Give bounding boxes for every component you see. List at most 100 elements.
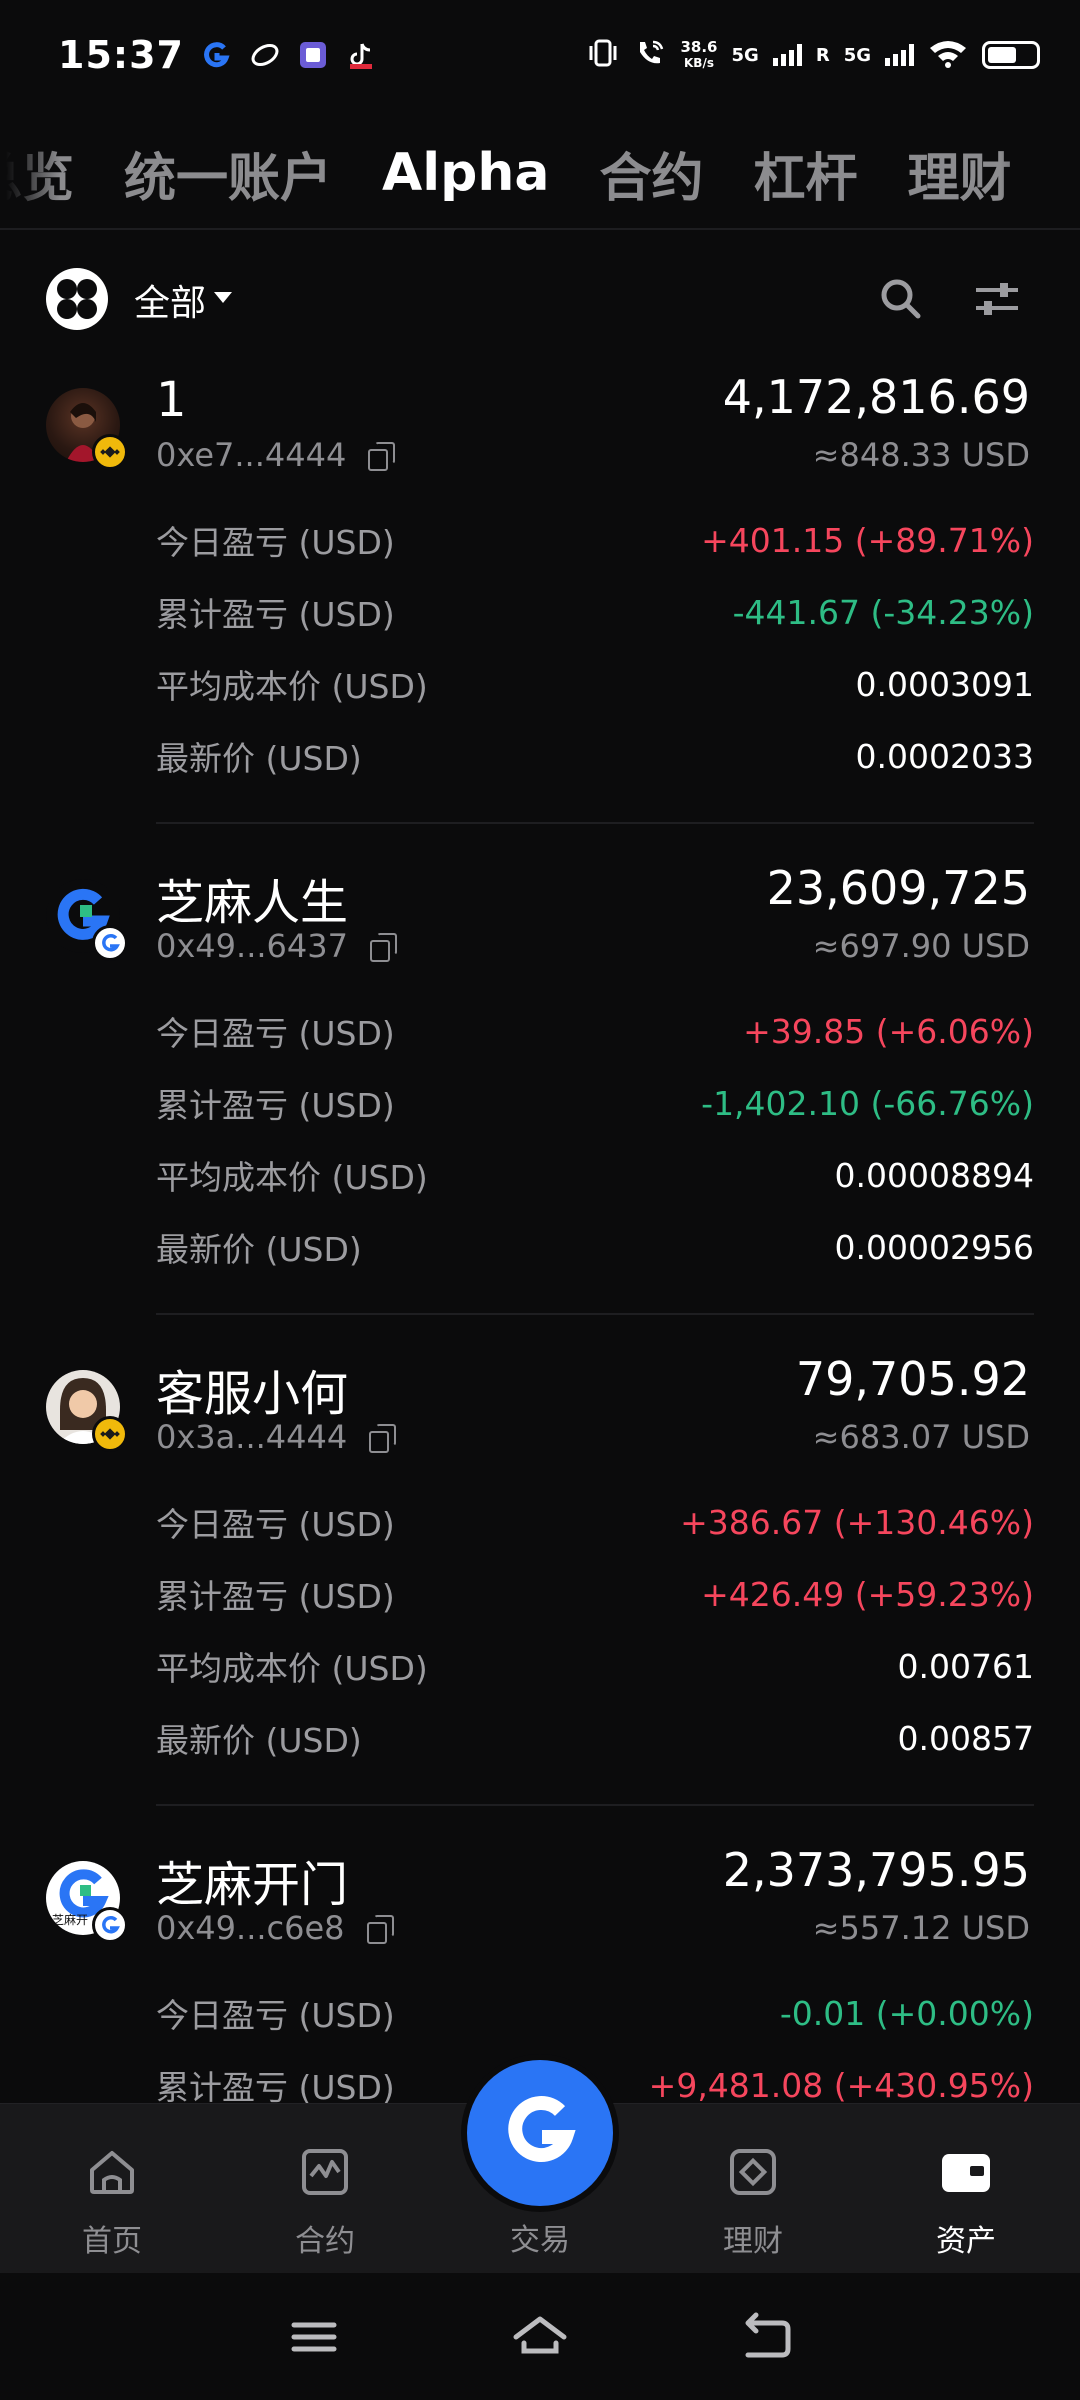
- tiktok-notification-icon: [346, 40, 376, 70]
- token-avatar: 芝麻开: [46, 1861, 128, 1943]
- last-price-row: 最新价 (USD) 0.00002956: [156, 1227, 1034, 1270]
- today-pnl-row: 今日盈亏 (USD) +386.67 (+130.46%): [156, 1502, 1034, 1545]
- token-avatar: [46, 879, 128, 961]
- avg-cost-row: 平均成本价 (USD) 0.00761: [156, 1646, 1034, 1689]
- token-avatar: [46, 388, 128, 470]
- divider: [156, 822, 1034, 824]
- caret-down-icon[interactable]: [214, 292, 232, 303]
- usd-value: ≈848.33 USD: [812, 436, 1030, 474]
- tab-futures[interactable]: 合约: [599, 136, 703, 211]
- today-pnl-row: 今日盈亏 (USD) +39.85 (+6.06%): [156, 1011, 1034, 1054]
- status-time: 15:37: [58, 33, 184, 77]
- filter-row: 全部: [0, 262, 1080, 334]
- token-avatar: [46, 1370, 128, 1452]
- total-pnl-row: 累计盈亏 (USD) +426.49 (+59.23%): [156, 1574, 1034, 1617]
- trade-button[interactable]: [467, 2060, 613, 2206]
- token-balance: 79,705.92: [795, 1352, 1030, 1406]
- back-icon[interactable]: [738, 2309, 794, 2365]
- asset-item[interactable]: 1 0xe7...4444 4,172,816.69 ≈848.33 USD 今…: [0, 368, 1080, 858]
- token-name: 芝麻人生: [156, 875, 349, 931]
- today-pnl-row: 今日盈亏 (USD) +401.15 (+89.71%): [156, 520, 1034, 563]
- battery-icon: [982, 41, 1040, 69]
- copy-icon[interactable]: [367, 1423, 397, 1453]
- last-price-value: 0.00002956: [834, 1227, 1034, 1267]
- today-pnl-row: 今日盈亏 (USD) -0.01 (+0.00%): [156, 1993, 1034, 2036]
- filter-settings-icon[interactable]: [972, 274, 1022, 324]
- avg-cost-value: 0.0003091: [855, 664, 1034, 704]
- top-tabs: 总览 统一账户 Alpha 合约 杠杆 理财: [0, 118, 1080, 228]
- token-name: 客服小何: [156, 1366, 349, 1422]
- chain-badge-icon: [92, 925, 128, 961]
- home-nav-icon[interactable]: [512, 2309, 568, 2365]
- today-pnl-value: +386.67 (+130.46%): [680, 1502, 1034, 1542]
- home-icon: [86, 2146, 138, 2198]
- last-price-row: 最新价 (USD) 0.00857: [156, 1718, 1034, 1761]
- chain-badge-icon: [92, 1907, 128, 1943]
- divider: [156, 1313, 1034, 1315]
- token-avatar-text: 芝麻开: [52, 1913, 89, 1927]
- wifi-call-icon: [634, 38, 666, 72]
- trade-label: 交易: [510, 2223, 570, 2258]
- all-chains-icon[interactable]: [46, 268, 108, 330]
- token-name: 1: [156, 372, 187, 428]
- nav-assets[interactable]: 资产: [886, 2104, 1046, 2274]
- bnb-chain-badge-icon: [92, 434, 128, 470]
- futures-icon: [299, 2146, 351, 2198]
- tabs-fade-left: [0, 118, 60, 228]
- token-balance: 23,609,725: [766, 861, 1030, 915]
- wallet-icon: [940, 2146, 992, 2198]
- vibrate-icon: [586, 38, 620, 72]
- avg-cost-row: 平均成本价 (USD) 0.00008894: [156, 1155, 1034, 1198]
- roaming-indicator: R: [815, 44, 830, 66]
- sticker-notification-icon: [298, 40, 328, 70]
- today-pnl-value: +401.15 (+89.71%): [701, 520, 1034, 560]
- network-speed: 38.6 KB/s: [680, 38, 718, 70]
- signal-icon-2: [885, 44, 914, 66]
- total-pnl-row: 累计盈亏 (USD) -441.67 (-34.23%): [156, 592, 1034, 635]
- avg-cost-value: 0.00761: [897, 1646, 1034, 1686]
- network-type-2: 5G: [843, 44, 871, 66]
- bnb-chain-badge-icon: [92, 1416, 128, 1452]
- contract-address: 0x49...c6e8: [156, 1909, 394, 1947]
- earn-icon: [727, 2146, 779, 2198]
- chain-filter-dropdown[interactable]: 全部: [134, 274, 206, 326]
- total-pnl-value: +426.49 (+59.23%): [701, 1574, 1034, 1614]
- tab-alpha[interactable]: Alpha: [382, 143, 549, 203]
- asset-item[interactable]: 客服小何 0x3a...4444 79,705.92 ≈683.07 USD 今…: [0, 1350, 1080, 1840]
- last-price-value: 0.0002033: [855, 736, 1034, 776]
- usd-value: ≈683.07 USD: [812, 1418, 1030, 1456]
- tab-unified-account[interactable]: 统一账户: [124, 136, 332, 211]
- trade-icon: [498, 2089, 582, 2177]
- last-price-value: 0.00857: [897, 1718, 1034, 1758]
- nav-futures[interactable]: 合约: [245, 2104, 405, 2274]
- asset-item[interactable]: 芝麻人生 0x49...6437 23,609,725 ≈697.90 USD …: [0, 859, 1080, 1349]
- nav-earn[interactable]: 理财: [673, 2104, 833, 2274]
- copy-icon[interactable]: [368, 932, 397, 962]
- signal-icon-1: [772, 44, 802, 66]
- nav-home[interactable]: 首页: [32, 2104, 192, 2274]
- copy-icon[interactable]: [366, 441, 396, 471]
- contract-address: 0xe7...4444: [156, 436, 396, 474]
- token-balance: 4,172,816.69: [722, 370, 1030, 424]
- total-pnl-value: +9,481.08 (+430.95%): [648, 2065, 1034, 2105]
- today-pnl-value: -0.01 (+0.00%): [779, 1993, 1034, 2033]
- total-pnl-value: -441.67 (-34.23%): [732, 592, 1034, 632]
- token-balance: 2,373,795.95: [722, 1843, 1030, 1897]
- copy-icon[interactable]: [365, 1914, 394, 1944]
- tab-earn[interactable]: 理财: [907, 136, 1011, 211]
- status-bar: 15:37 38.6 KB/s 5G R 5G: [0, 0, 1080, 110]
- avg-cost-value: 0.00008894: [834, 1155, 1034, 1195]
- avg-cost-row: 平均成本价 (USD) 0.0003091: [156, 664, 1034, 707]
- divider: [156, 1804, 1034, 1806]
- link-notification-icon: [250, 40, 280, 70]
- system-nav-bar: [0, 2273, 1080, 2400]
- last-price-row: 最新价 (USD) 0.0002033: [156, 736, 1034, 779]
- tab-margin[interactable]: 杠杆: [753, 136, 857, 211]
- search-icon[interactable]: [876, 274, 926, 324]
- today-pnl-value: +39.85 (+6.06%): [743, 1011, 1034, 1051]
- usd-value: ≈697.90 USD: [812, 927, 1030, 965]
- menu-icon[interactable]: [286, 2309, 342, 2365]
- network-type-1: 5G: [731, 44, 759, 66]
- tabs-fade-right: [1000, 118, 1080, 228]
- token-name: 芝麻开门: [156, 1857, 349, 1913]
